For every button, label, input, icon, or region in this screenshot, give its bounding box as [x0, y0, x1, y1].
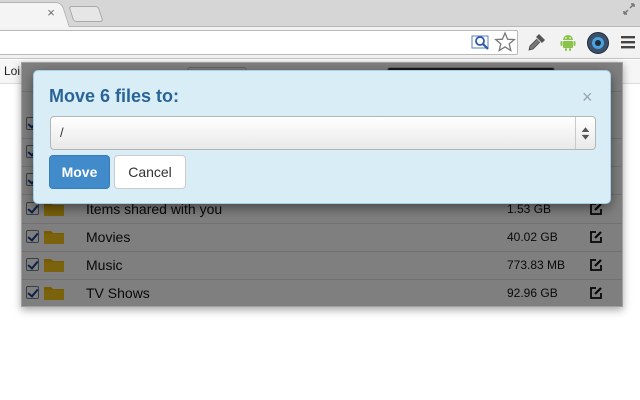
android-icon[interactable]: [558, 32, 578, 52]
move-button[interactable]: Move: [49, 155, 110, 189]
extension-icon[interactable]: [586, 31, 610, 55]
dialog-title: Move 6 files to:: [49, 86, 180, 106]
close-icon[interactable]: ×: [582, 88, 593, 106]
restore-window-icon[interactable]: [622, 2, 636, 16]
destination-value: /: [60, 125, 64, 140]
browser-tab[interactable]: [0, 2, 71, 28]
address-bar[interactable]: [0, 30, 518, 55]
menu-icon[interactable]: [619, 33, 637, 51]
page-header-label: Loi: [4, 64, 21, 78]
pen-tool-icon[interactable]: [527, 32, 547, 52]
tab-close-icon[interactable]: ×: [44, 6, 58, 20]
bookmark-star-icon[interactable]: [494, 31, 516, 53]
new-tab-button[interactable]: [68, 6, 104, 22]
cancel-button[interactable]: Cancel: [114, 155, 186, 189]
destination-select[interactable]: /: [50, 116, 596, 150]
search-extension-icon[interactable]: [471, 33, 491, 51]
move-files-dialog: Move 6 files to: × / Move Cancel: [33, 70, 611, 204]
select-arrows-icon: [575, 117, 590, 149]
